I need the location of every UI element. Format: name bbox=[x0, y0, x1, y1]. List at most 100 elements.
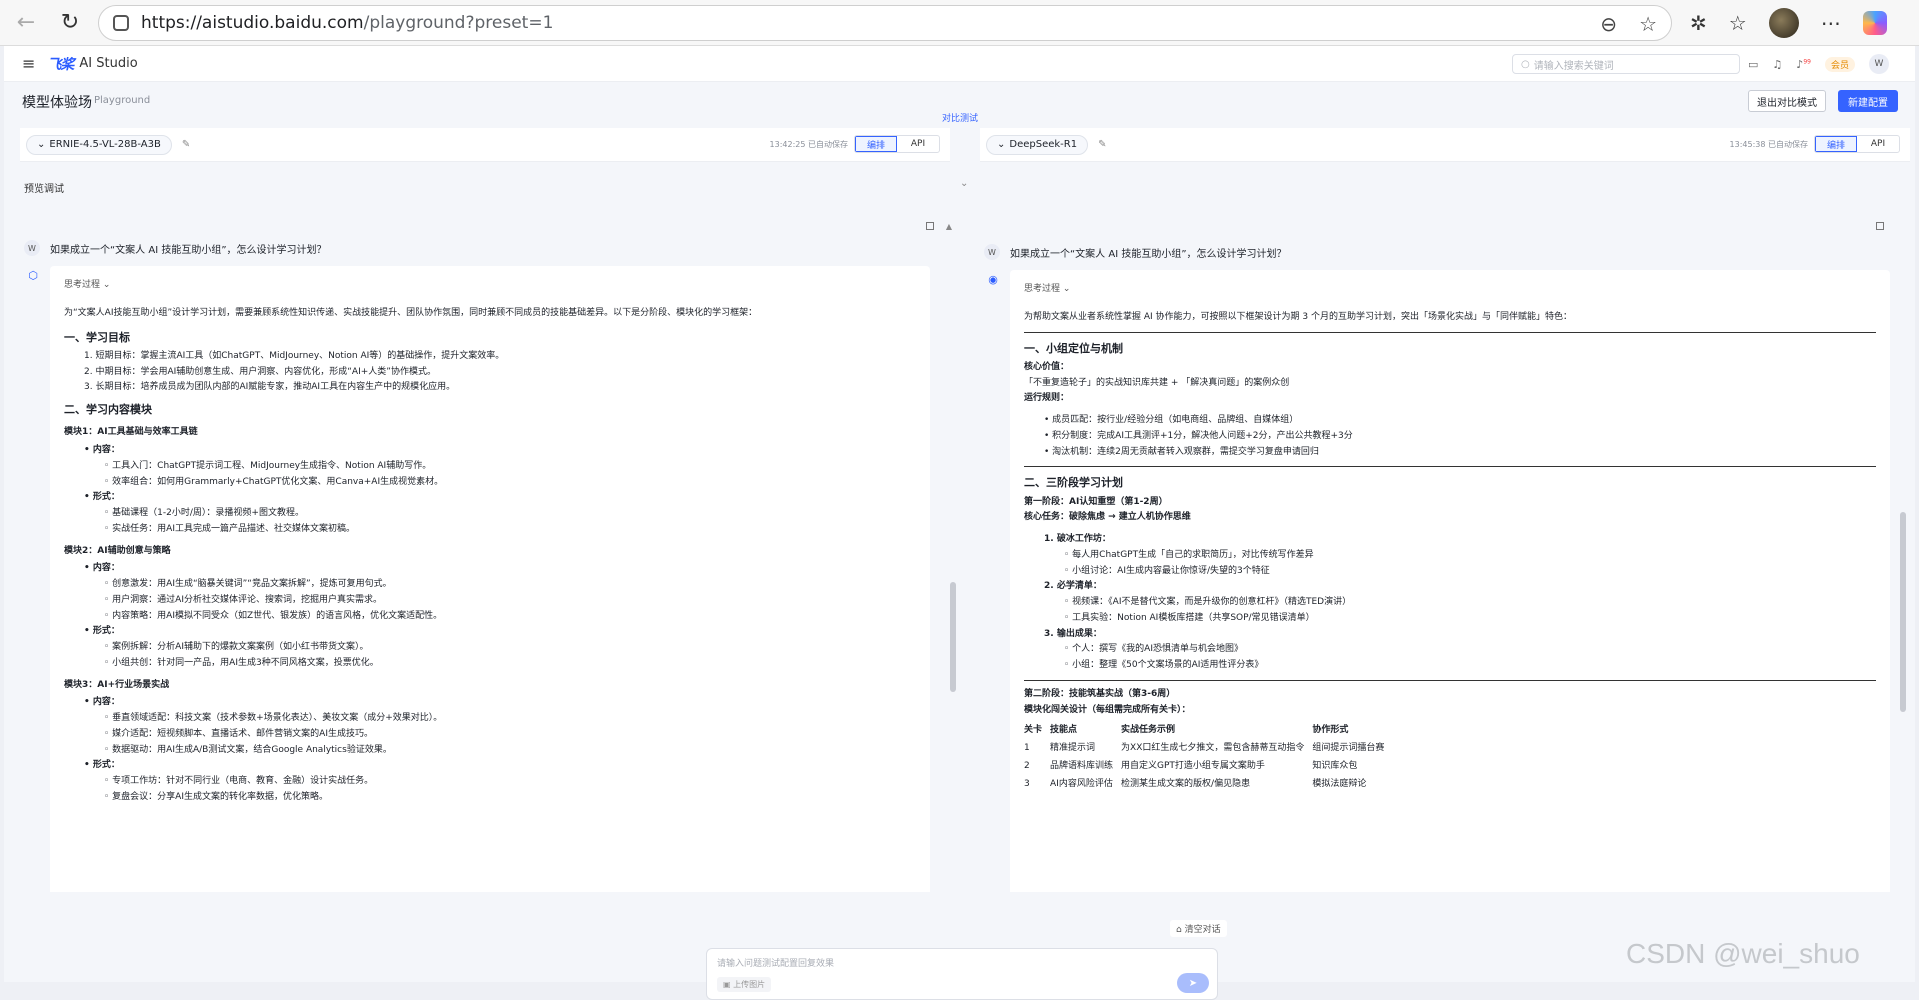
edit-icon[interactable]: ✎ bbox=[1098, 139, 1106, 150]
user-avatar: W bbox=[24, 240, 40, 256]
right-model-bar: ⌄ DeepSeek-R1 ✎ 13:45:38 已自动保存 编排 API bbox=[980, 128, 1910, 162]
think-toggle[interactable]: 思考过程 ⌄ bbox=[1024, 282, 1876, 298]
chevron-down-icon: ⌄ bbox=[37, 139, 46, 150]
list-item: ◦ 效率组合：如何用Grammarly+ChatGPT优化文案、用Canva+A… bbox=[104, 476, 444, 487]
search-icon: ○ bbox=[1521, 58, 1530, 70]
list-item: ◦ 创意激发：用AI生成“脑暴关键词”“竞品文案拆解”，提炼可复用句式。 bbox=[104, 579, 392, 589]
search-input[interactable]: ○ 请输入搜索关键词 bbox=[1512, 54, 1740, 74]
section-title: 一、学习目标 bbox=[64, 330, 130, 344]
chat-input[interactable]: 请输入问题测试配置回复效果 ▣ 上传图片 ➤ bbox=[706, 948, 1218, 1000]
user-avatar: W bbox=[984, 244, 1000, 260]
left-chat-panel: ▲ W 如果成立一个“文案人 AI 技能互助小组”，怎么设计学习计划？ ⬡ 思考… bbox=[20, 212, 960, 892]
list-item: 1. 短期目标：掌握主流AI工具（如ChatGPT、MidJourney、Not… bbox=[84, 350, 505, 361]
module-title: 模块1：AI工具基础与效率工具链 bbox=[64, 427, 198, 438]
left-scrollbar[interactable] bbox=[950, 582, 956, 692]
list-item: ◦ 小组共创：针对同一产品，用AI生成3种不同风格文案，投票优化。 bbox=[104, 657, 379, 668]
hamburger-menu-icon[interactable]: ≡ bbox=[22, 54, 35, 73]
scroll-up-icon[interactable]: ▲ bbox=[946, 222, 952, 231]
table-header: 实战任务示例 bbox=[1121, 725, 1176, 736]
right-saved-status: 13:45:38 已自动保存 bbox=[1729, 139, 1808, 149]
favorites-list-icon[interactable]: ☆ bbox=[1729, 11, 1747, 35]
page-title: 模型体验场 bbox=[22, 95, 92, 111]
module-title: 模块2：AI辅助创意与策略 bbox=[64, 545, 171, 556]
logo-mark: 飞桨 bbox=[47, 56, 74, 73]
phase-task: 核心任务：破除焦虑 → 建立人机协作思维 bbox=[1024, 512, 1191, 523]
list-item: ◦ 小组讨论：AI生成内容最让你惊讶/失望的3个特征 bbox=[1064, 565, 1270, 576]
list-item: ◦ 垂直领域适配：科技文案（技术参数+场景化表达）、美妆文案（成分+效果对比）。 bbox=[104, 713, 443, 723]
list-item: • 积分制度：完成AI工具测评+1分，解决他人问题+2分，产出公共教程+3分 bbox=[1044, 430, 1353, 441]
bell-icon[interactable]: ♪99 bbox=[1796, 58, 1811, 71]
list-item: ◦ 基础课程（1-2小时/周）：录播视频+图文教程。 bbox=[104, 508, 304, 518]
left-saved-status: 13:42:25 已自动保存 bbox=[769, 139, 848, 149]
zoom-icon[interactable]: ⊖ bbox=[1600, 12, 1617, 36]
table-header: 协作形式 bbox=[1312, 725, 1349, 736]
right-chat-panel: W 如果成立一个“文案人 AI 技能互助小组”，怎么设计学习计划？ ◉ 思考过程… bbox=[980, 212, 1910, 892]
list-item: 3. 长期目标：培养成员成为团队内部的AI赋能专家，推动AI工具在内容生产中的规… bbox=[84, 382, 456, 393]
copilot-icon[interactable] bbox=[1862, 11, 1887, 35]
list-item: ◦ 工具实验：Notion AI模板库搭建（共享SOP/常见错误清单） bbox=[1064, 612, 1315, 623]
right-model-selector[interactable]: ⌄ DeepSeek-R1 bbox=[986, 134, 1089, 155]
favorite-star-icon[interactable]: ☆ bbox=[1639, 12, 1657, 36]
right-answer: 思考过程 ⌄ 为帮助文案从业者系统性掌握 AI 协作能力，可按照以下框架设计为期… bbox=[1010, 270, 1890, 892]
list-item: ◦ 用户洞察：通过AI分析社交媒体评论、搜索词，挖掘用户真实需求。 bbox=[104, 594, 382, 605]
table-header: 技能点 bbox=[1050, 725, 1078, 736]
table-header: 关卡 bbox=[1024, 725, 1043, 736]
divider bbox=[1024, 679, 1876, 681]
right-tab-edit[interactable]: 编排 bbox=[1815, 136, 1857, 152]
send-button[interactable]: ➤ bbox=[1177, 973, 1209, 993]
preview-label: 预览调试 bbox=[24, 184, 64, 195]
list-item: ◦ 实战任务：用AI工具完成一篇产品描述、社交媒体文案初稿。 bbox=[104, 523, 355, 534]
extensions-icon[interactable]: ✲ bbox=[1690, 11, 1707, 35]
logo-text: AI Studio bbox=[79, 56, 138, 71]
edit-icon[interactable]: ✎ bbox=[182, 139, 190, 150]
user-question: 如果成立一个“文案人 AI 技能互助小组”，怎么设计学习计划？ bbox=[1010, 248, 1287, 260]
phase-title: 第二阶段：技能筑基实战（第3-6周） bbox=[1024, 688, 1176, 699]
list-item: • 内容： bbox=[84, 697, 120, 708]
input-placeholder: 请输入问题测试配置回复效果 bbox=[717, 959, 835, 969]
table-row: 1 精准提示词 为XX口红生成七夕推文，需包含赫蒂互动指令 组间提示词擂台赛 bbox=[1024, 743, 1385, 753]
list-item: • 形式： bbox=[84, 492, 120, 503]
notification-icon[interactable]: ♫ bbox=[1772, 58, 1782, 71]
list-item: 1. 破冰工作坊： bbox=[1044, 534, 1111, 544]
section-title: 二、三阶段学习计划 bbox=[1024, 476, 1123, 490]
divider bbox=[1024, 466, 1876, 468]
upload-image-button[interactable]: ▣ 上传图片 bbox=[717, 977, 772, 992]
logo[interactable]: 飞桨 AI Studio bbox=[47, 54, 137, 74]
left-answer: 思考过程 ⌄ 为“文案人AI技能互助小组”设计学习计划，需要兼顾系统性知识传递、… bbox=[50, 266, 930, 892]
left-tab-edit[interactable]: 编排 bbox=[855, 136, 897, 152]
copy-icon[interactable] bbox=[1876, 222, 1884, 230]
profile-avatar[interactable] bbox=[1768, 8, 1799, 38]
list-item: • 内容： bbox=[84, 445, 120, 455]
new-config-button[interactable]: 新建配置 bbox=[1838, 90, 1898, 112]
clear-chat-button[interactable]: ⌂ 清空对话 bbox=[1170, 920, 1227, 937]
list-item: ◦ 每人用ChatGPT生成「自己的求职简历」，对比传统写作差异 bbox=[1064, 549, 1314, 560]
back-icon[interactable]: ← bbox=[8, 5, 44, 41]
right-scrollbar[interactable] bbox=[1900, 512, 1906, 712]
copy-icon[interactable] bbox=[926, 222, 934, 230]
exit-compare-button[interactable]: 退出对比模式 bbox=[1748, 90, 1826, 112]
site-info-icon[interactable] bbox=[113, 15, 129, 31]
list-item: ◦ 内容策略：用AI模拟不同受众（如Z世代、银发族）的语言风格，优化文案适配性。 bbox=[104, 610, 443, 621]
list-item: ◦ 小组：整理《50个文案场景的AI适用性评分表》 bbox=[1064, 660, 1264, 670]
refresh-icon[interactable]: ↻ bbox=[52, 5, 88, 41]
left-model-selector[interactable]: ⌄ ERNIE-4.5-VL-28B-A3B bbox=[26, 134, 172, 155]
divider bbox=[1024, 331, 1876, 333]
ernie-bot-icon: ⬡ bbox=[28, 268, 38, 282]
table-row: 2 品牌语料库训练 用自定义GPT打造小组专属文案助手 知识库众包 bbox=[1024, 760, 1358, 771]
more-icon[interactable]: ⋯ bbox=[1821, 11, 1841, 35]
page-subtitle: Playground bbox=[94, 95, 151, 106]
left-model-bar: ⌄ ERNIE-4.5-VL-28B-A3B ✎ 13:42:25 已自动保存 … bbox=[20, 128, 950, 162]
compare-tag: 对比测试 bbox=[942, 114, 979, 124]
vip-badge[interactable]: 会员 bbox=[1824, 56, 1855, 72]
message-icon[interactable]: ▭ bbox=[1748, 58, 1758, 71]
user-message: W 如果成立一个“文案人 AI 技能互助小组”，怎么设计学习计划？ bbox=[24, 240, 327, 256]
collapse-chevron-icon[interactable]: ⌄ bbox=[960, 178, 968, 189]
user-avatar[interactable]: W bbox=[1868, 54, 1889, 74]
list-item: • 成员匹配：按行业/经验分组（如电商组、品牌组、自媒体组） bbox=[1044, 415, 1299, 425]
list-item: • 形式： bbox=[84, 626, 120, 637]
right-tab-api[interactable]: API bbox=[1857, 136, 1899, 152]
address-bar[interactable]: https://aistudio.baidu.com/playground?pr… bbox=[98, 5, 1672, 41]
answer-intro: 为帮助文案从业者系统性掌握 AI 协作能力，可按照以下框架设计为期 3 个月的互… bbox=[1024, 311, 1572, 322]
left-tab-api[interactable]: API bbox=[897, 136, 939, 152]
think-toggle[interactable]: 思考过程 ⌄ bbox=[64, 278, 916, 294]
